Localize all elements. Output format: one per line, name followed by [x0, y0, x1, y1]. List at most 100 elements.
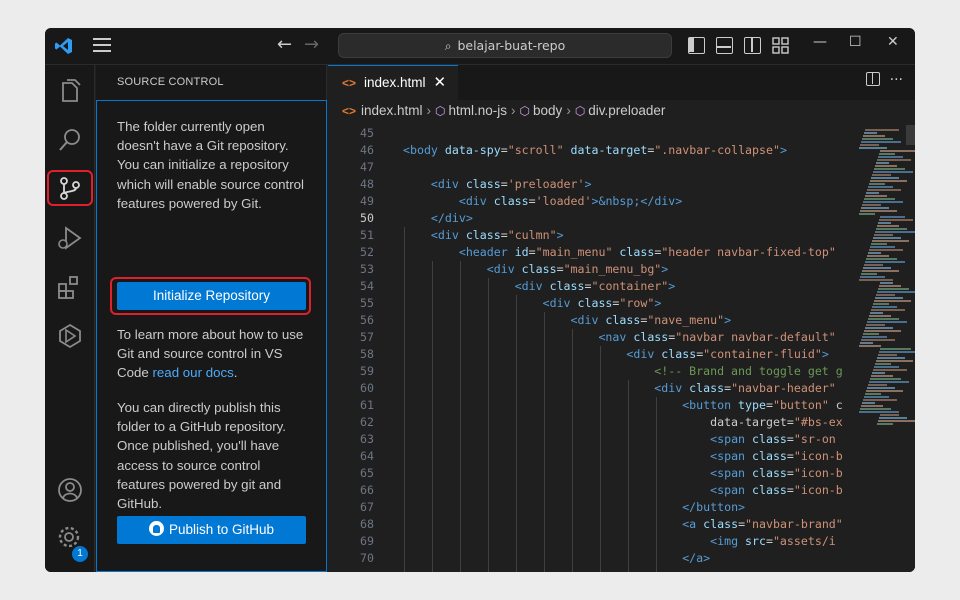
customize-layout-icon[interactable] [772, 37, 790, 55]
command-center-search[interactable]: ⌕ belajar-buat-repo [338, 33, 672, 58]
chevron-right-icon: › [426, 103, 432, 118]
minimap-line [869, 315, 891, 317]
extensions-icon[interactable] [55, 272, 85, 302]
code-line[interactable]: 63 <span class="sr-on [328, 431, 850, 448]
line-number: 53 [360, 262, 374, 276]
html-file-icon: <> [342, 104, 357, 118]
breadcrumb: <> index.html › ⬡ html.no-js › ⬡ body › ⬡ div.prel… [328, 100, 915, 124]
close-tab-icon[interactable]: ✕ [434, 74, 447, 91]
toggle-primary-sidebar-icon[interactable] [688, 37, 705, 54]
split-editor-icon[interactable] [865, 72, 880, 86]
code-line[interactable]: 57 <nav class="navbar navbar-default" [328, 329, 850, 346]
minimap[interactable] [851, 125, 915, 572]
code-line[interactable]: 60 <div class="navbar-header" [328, 380, 850, 397]
forward-arrow-icon[interactable]: → [304, 34, 319, 55]
minimap-line [878, 288, 909, 290]
maximize-button[interactable]: ☐ [849, 34, 862, 50]
code-line[interactable]: 53 <div class="main_menu_bg"> [328, 261, 850, 278]
minimize-button[interactable]: — [813, 34, 827, 50]
line-number: 65 [360, 466, 374, 480]
close-window-button[interactable]: ✕ [887, 34, 899, 50]
minimap-line [878, 354, 897, 356]
minimap-line [875, 297, 903, 299]
minimap-line [871, 177, 899, 179]
line-source: <span class="sr-on [710, 432, 836, 446]
minimap-line [875, 165, 897, 167]
minimap-line [865, 195, 887, 197]
code-line[interactable]: 59 <!-- Brand and toggle get g [328, 363, 850, 380]
code-line[interactable]: 45 [328, 125, 850, 142]
back-arrow-icon[interactable]: ← [277, 34, 292, 55]
minimap-line [866, 390, 903, 392]
minimap-line [874, 300, 911, 302]
minimap-line [863, 267, 891, 269]
minimap-line [870, 246, 895, 248]
code-line[interactable]: 70 </a> [328, 550, 850, 567]
minimap-line [869, 249, 903, 251]
run-debug-icon[interactable] [55, 223, 85, 253]
minimap-line [870, 312, 883, 314]
toggle-panel-icon[interactable] [716, 37, 733, 54]
breadcrumb-html[interactable]: html.no-js [449, 103, 508, 118]
accounts-icon[interactable] [55, 475, 85, 505]
code-line[interactable]: 58 <div class="container-fluid"> [328, 346, 850, 363]
code-line[interactable]: 46 <body data-spy="scroll" data-target=".… [328, 142, 850, 159]
code-line[interactable]: 51 <div class="culmn"> [328, 227, 850, 244]
line-number: 58 [360, 347, 374, 361]
breadcrumb-body[interactable]: body [533, 103, 562, 118]
line-number: 67 [360, 500, 374, 514]
code-line[interactable]: 69 <img src="assets/i [328, 533, 850, 550]
code-line[interactable]: 54 <div class="container"> [328, 278, 850, 295]
learn-more-message: To learn more about how to use Git and s… [117, 325, 309, 383]
minimap-line [876, 360, 913, 362]
line-number: 49 [360, 194, 374, 208]
minimap-line [880, 150, 915, 152]
minimap-line [877, 423, 893, 425]
code-line[interactable]: 65 <span class="icon-b [328, 465, 850, 482]
explorer-icon[interactable] [55, 77, 85, 107]
hamburger-menu-icon[interactable] [93, 38, 111, 54]
code-line[interactable]: 66 <span class="icon-b [328, 482, 850, 499]
line-source: <span class="icon-b [710, 466, 843, 480]
minimap-line [861, 339, 895, 341]
minimap-line [860, 276, 885, 278]
more-actions-icon[interactable]: ··· [890, 72, 903, 88]
minimap-line [865, 393, 881, 395]
minimap-line [870, 180, 907, 182]
minimap-line [879, 351, 915, 353]
minimap-line [865, 327, 893, 329]
search-icon[interactable] [55, 125, 85, 155]
initialize-repository-button[interactable]: Initialize Repository [117, 282, 306, 310]
breadcrumb-file[interactable]: index.html [361, 103, 423, 118]
remote-explorer-icon[interactable] [55, 321, 85, 351]
toggle-secondary-sidebar-icon[interactable] [744, 37, 761, 54]
code-line[interactable]: 68 <a class="navbar-brand" [328, 516, 850, 533]
code-line[interactable]: 61 <button type="button" c [328, 397, 850, 414]
code-line[interactable]: 52 <header id="main_menu" class="header … [328, 244, 850, 261]
code-line[interactable]: 48 <div class='preloader'> [328, 176, 850, 193]
code-line[interactable]: 50 </div> [328, 210, 850, 227]
code-editor[interactable]: 45 46 <body data-spy="scroll" data-target=… [328, 125, 850, 572]
code-line[interactable]: 62 data-target="#bs-ex [328, 414, 850, 431]
minimap-line [861, 141, 901, 143]
line-number: 68 [360, 517, 374, 531]
minimap-line [878, 222, 891, 224]
publish-to-github-button[interactable]: Publish to GitHub [117, 516, 306, 544]
source-control-icon[interactable] [55, 173, 85, 203]
line-source: <div class="culmn"> [430, 228, 564, 242]
code-line[interactable]: 55 <div class="row"> [328, 295, 850, 312]
line-number: 60 [360, 381, 374, 395]
line-source: <div class="container"> [514, 279, 676, 293]
read-docs-link[interactable]: read our docs [152, 365, 233, 380]
breadcrumb-preloader[interactable]: div.preloader [588, 103, 665, 118]
code-line[interactable]: 49 <div class='loaded'>&nbsp;</div> [328, 193, 850, 210]
code-line[interactable]: 56 <div class="nave_menu"> [328, 312, 850, 329]
tab-index-html[interactable]: <> index.html ✕ [328, 65, 458, 100]
scrollbar-thumb[interactable] [906, 125, 915, 145]
minimap-line [865, 129, 899, 131]
minimap-line [878, 156, 903, 158]
line-source: <div class='preloader'> [430, 177, 592, 191]
code-line[interactable]: 64 <span class="icon-b [328, 448, 850, 465]
code-line[interactable]: 47 [328, 159, 850, 176]
code-line[interactable]: 67 </button> [328, 499, 850, 516]
